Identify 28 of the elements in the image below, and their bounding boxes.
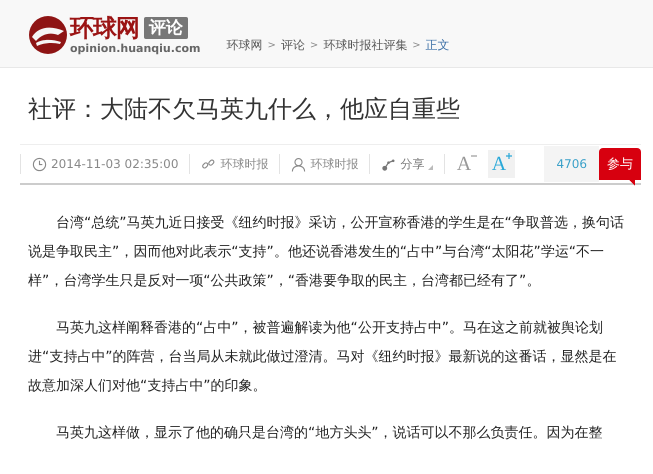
breadcrumb-link[interactable]: 环球时报社评集 <box>323 37 408 54</box>
share-link[interactable]: 分享 <box>400 156 424 172</box>
breadcrumb-separator: > <box>267 40 276 51</box>
section-badge: 评论 <box>144 17 188 39</box>
breadcrumb-separator: > <box>310 40 318 51</box>
source-text: 环球时报 <box>220 156 268 172</box>
plus-icon <box>506 153 512 159</box>
minus-icon <box>471 153 478 159</box>
comment-count[interactable]: 4706 <box>544 146 599 182</box>
site-logo-text[interactable]: 环球网 <box>70 14 139 42</box>
dropdown-corner-icon <box>428 164 434 170</box>
article-title: 社评：大陆不欠马英九什么，他应自重些 <box>28 94 461 125</box>
link-icon <box>201 156 216 172</box>
breadcrumb-separator: > <box>412 40 421 51</box>
clock-icon <box>32 156 47 172</box>
publish-time: 2014-11-03 02:35:00 <box>51 157 178 171</box>
author-text: 环球时报 <box>310 156 358 172</box>
breadcrumb-link[interactable]: 评论 <box>280 37 305 54</box>
breadcrumb-link[interactable]: 环球网 <box>226 37 262 54</box>
article-paragraph: 马英九这样做，显示了他的确只是台湾的“地方头头”，说话可以不那么负责任。因为在整 <box>55 424 604 443</box>
user-icon <box>291 156 306 172</box>
font-smaller-button[interactable]: A <box>453 150 480 178</box>
article-paragraph: 马英九这样阐释香港的“占中”，被普遍解读为他“公开支持占中”。马在这之前就被舆论划进“支持占中”的阵营，台当局从未就此做过澄清。马对《纽约时报》最新说的这番话，显然是在故意加深人们对他“支持占中”的印象。 <box>28 319 618 396</box>
article-paragraph: 台湾“总统”马英九近日接受《纽约时报》采访，公开宣称香港的学生是在“争取普选，换句话说是争取民主”，因而他对此表示“支持”。他还说香港发生的“占中”与台湾“太阳花”学运“不一样”，台湾学生只是反对一项“公共政策”，“香港要争取的民主，台湾都已经有了”。 <box>28 214 625 291</box>
share-icon <box>381 156 396 172</box>
breadcrumb-link[interactable]: 正文 <box>426 37 450 54</box>
join-discussion-button[interactable]: 参与 <box>599 148 641 186</box>
site-domain: opinion.huanqiu.com <box>70 42 200 55</box>
